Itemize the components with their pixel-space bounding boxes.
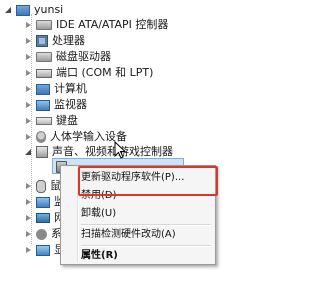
disk-drive-icon (36, 52, 52, 62)
tree-item-monitor[interactable]: 监视器 (24, 97, 87, 113)
monitor-icon (36, 196, 50, 208)
expand-arrow-icon[interactable] (24, 117, 33, 126)
mouse-cursor-icon (114, 141, 126, 159)
menu-item-properties[interactable]: 属性(R) (81, 248, 118, 264)
red-highlight-box (78, 166, 218, 196)
expand-arrow-icon[interactable] (24, 85, 33, 94)
tree-item-processor[interactable]: 处理器 (24, 33, 85, 49)
tree-item-keyboard[interactable]: 键盘 (24, 113, 78, 129)
tree-root-node[interactable]: yunsi (4, 2, 63, 18)
tree-item-monitor-2[interactable]: 监 (24, 194, 65, 210)
keyboard-icon (36, 117, 52, 125)
tree-item-mouse[interactable]: 鼠 (24, 178, 61, 194)
menu-separator (81, 224, 211, 226)
expand-arrow-icon[interactable] (24, 101, 33, 110)
computer-icon (16, 4, 30, 16)
network-icon (36, 213, 50, 223)
system-icon (36, 228, 47, 240)
tree-item-label: 监视器 (54, 98, 87, 111)
tree-item-hid[interactable]: 人体学输入设备 (24, 129, 127, 145)
tree-item-ports[interactable]: 端口 (COM 和 LPT) (24, 65, 153, 81)
monitor-icon (36, 99, 50, 111)
tree-item-label: 计算机 (54, 82, 87, 95)
disk-controller-icon (36, 20, 52, 30)
expand-arrow-icon[interactable] (4, 6, 13, 15)
expand-arrow-icon[interactable] (24, 37, 33, 46)
menu-separator (81, 245, 211, 247)
expand-arrow-icon[interactable] (24, 198, 33, 207)
sound-icon (36, 146, 48, 158)
tree-item-label: 端口 (COM 和 LPT) (56, 66, 154, 79)
tree-item-system[interactable]: 系 (24, 226, 62, 242)
expand-arrow-icon[interactable] (24, 246, 33, 255)
expand-arrow-icon[interactable] (24, 214, 33, 223)
processor-icon (36, 35, 48, 47)
tree-item-label: IDE ATA/ATAPI 控制器 (56, 18, 169, 31)
tree-item-label: 键盘 (56, 114, 78, 127)
menu-item-scan-hardware[interactable]: 扫描检测硬件改动(A) (81, 227, 176, 243)
display-adapter-icon (36, 244, 50, 256)
menu-item-uninstall[interactable]: 卸载(U) (81, 206, 116, 222)
tree-item-display[interactable]: 显 (24, 242, 65, 258)
expand-arrow-icon[interactable] (24, 21, 33, 30)
tree-item-label: 磁盘驱动器 (56, 50, 111, 63)
tree-item-network[interactable]: 网 (24, 210, 65, 226)
tree-root-label: yunsi (34, 3, 64, 16)
expand-arrow-icon[interactable] (24, 133, 33, 142)
expand-arrow-icon[interactable] (24, 69, 33, 78)
tree-item-label: 处理器 (52, 34, 85, 47)
computer-icon (36, 83, 50, 95)
hid-icon (36, 131, 46, 143)
expand-arrow-icon[interactable] (24, 182, 33, 191)
tree-item-computer[interactable]: 计算机 (24, 81, 87, 97)
expand-arrow-icon[interactable] (24, 148, 33, 157)
tree-item-ide[interactable]: IDE ATA/ATAPI 控制器 (24, 17, 168, 33)
expand-arrow-icon[interactable] (24, 53, 33, 62)
mouse-icon (36, 179, 46, 193)
tree-item-disk-drive[interactable]: 磁盘驱动器 (24, 49, 111, 65)
expand-arrow-icon[interactable] (24, 230, 33, 239)
port-icon (36, 68, 52, 78)
